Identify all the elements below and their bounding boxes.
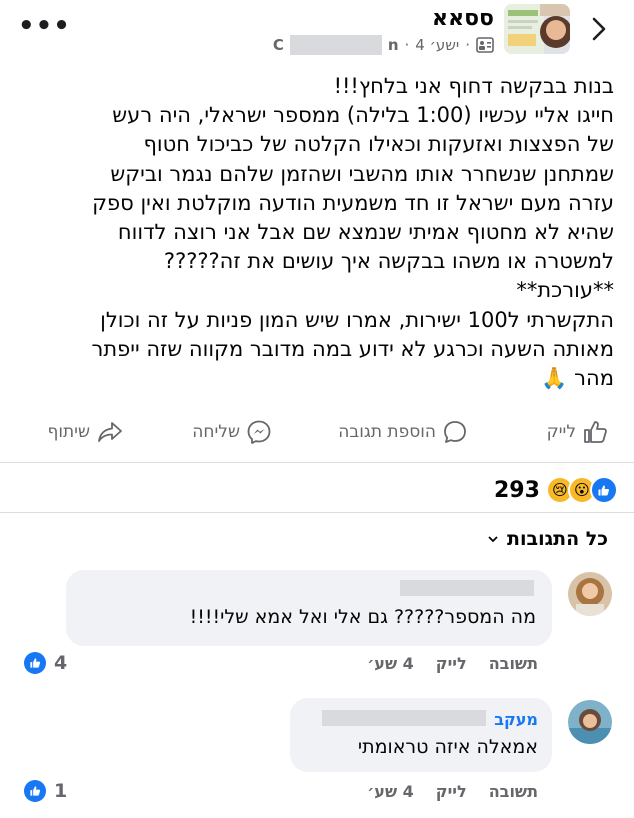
reactions-summary[interactable]: 293 😢 😮 <box>494 476 618 504</box>
group-name-end[interactable]: n <box>388 36 399 54</box>
comment-likes[interactable]: 4 <box>24 652 67 674</box>
comment-time[interactable]: 4 שע׳ <box>367 654 414 673</box>
comment-time[interactable]: 4 שע׳ <box>367 782 414 801</box>
post-body: בנות בבקשה דחוף אני בלחץ!!! חייגו אליי עכ… <box>20 72 615 393</box>
send-label: שליחה <box>192 422 240 442</box>
comment-button[interactable]: הוספת תגובה <box>338 404 468 460</box>
like-reaction-icon <box>24 652 46 674</box>
share-label: שיתוף <box>47 422 90 442</box>
commenter-name[interactable]: מעקב <box>494 710 538 729</box>
redacted-commenter-name <box>400 580 534 596</box>
redacted-commenter-name <box>322 710 486 726</box>
send-button[interactable]: שליחה <box>192 404 272 460</box>
reactions-count: 293 <box>494 477 540 503</box>
messenger-icon <box>247 420 271 444</box>
comments-filter-label: כל התגובות <box>506 528 608 550</box>
post-text-line: שהיא לא מחטוף אמיתי שנמצא שם אבל אני רוצ… <box>117 220 614 245</box>
post-text-line: עזרה מעם ישראל זו חד משמעית הודעה מוקלטת… <box>92 190 614 215</box>
comment-like-link[interactable]: לייק <box>436 654 467 673</box>
post-text-line: בנות בבקשה דחוף אני בלחץ!!! <box>333 74 614 98</box>
comment-like-link[interactable]: לייק <box>436 782 467 801</box>
post-text-line: מהר 🙏 <box>541 366 614 391</box>
post-author-name[interactable]: ססאא <box>432 6 494 31</box>
post-time[interactable]: 4 ישע׳ <box>415 36 459 54</box>
comment-label: הוספת תגובה <box>338 422 436 442</box>
chevron-down-icon <box>488 536 498 543</box>
comment-likes-count: 1 <box>54 780 68 802</box>
comment-bubble: מעקב אמאלה איזה טראומתי <box>290 698 552 772</box>
group-name-start[interactable]: C <box>273 36 284 54</box>
like-button[interactable]: לייק <box>547 404 608 460</box>
group-privacy-icon <box>476 37 494 53</box>
comments-filter-dropdown[interactable]: כל התגובות <box>487 528 608 550</box>
comment-text: אמאלה איזה טראומתי <box>357 736 538 758</box>
comment-text: מה המספר????? גם אלי ואל אמא שלי!!!! <box>189 606 536 628</box>
comment-likes[interactable]: 1 <box>24 780 67 802</box>
divider <box>0 462 634 463</box>
comment-icon <box>444 421 466 443</box>
comment-likes-count: 4 <box>54 652 68 674</box>
redacted-group-name <box>289 35 382 55</box>
group-avatar[interactable] <box>504 4 570 54</box>
comment-meta: 4 שע׳ לייק תשובה <box>367 782 538 801</box>
post-text-line: **עורכת** <box>516 278 614 303</box>
separator-dot: · <box>465 36 470 54</box>
post-text-line: חייגו אליי עכשיו (1:00 בלילה) ממספר ישרא… <box>112 103 614 128</box>
post-text-line: מאותה השעה וכרגע לא ידוע במה מדובר מקווה… <box>91 336 615 361</box>
post-text-line: התקשרתי ל100 ישירות, אמרו שיש המון פניות… <box>100 307 614 332</box>
post-action-bar: לייק הוספת תגובה שליחה שיתוף <box>0 404 634 460</box>
post-text-line: למשטרה או משהו בבקשה איך עושים את זה????… <box>163 249 614 274</box>
share-button[interactable]: שיתוף <box>47 404 124 460</box>
post-text-line: של הפצצות ואזעקות וכאילו הקלטה של כביכול… <box>143 132 614 157</box>
separator-dot: · <box>404 36 410 54</box>
comment-reply-link[interactable]: תשובה <box>489 782 538 801</box>
comment-reply-link[interactable]: תשובה <box>489 654 538 673</box>
comment-bubble: מה המספר????? גם אלי ואל אמא שלי!!!! <box>66 570 552 646</box>
post-text-line: שמתחנן שנשחרר אותו מהשבי ושהזמן שלהם נגמ… <box>110 161 614 186</box>
commenter-avatar[interactable] <box>568 700 612 744</box>
more-options-icon[interactable]: ••• <box>18 13 71 39</box>
comment-meta: 4 שע׳ לייק תשובה <box>367 654 538 673</box>
divider <box>0 512 634 513</box>
like-reaction-icon <box>24 780 46 802</box>
like-label: לייק <box>546 422 576 442</box>
chevron-right-icon[interactable] <box>584 14 614 44</box>
like-reaction-icon <box>589 476 618 504</box>
post-meta: · 4 ישע׳ · n C <box>273 34 494 56</box>
commenter-avatar[interactable] <box>568 572 612 616</box>
thumbs-up-icon <box>584 421 607 443</box>
share-icon <box>98 422 122 442</box>
